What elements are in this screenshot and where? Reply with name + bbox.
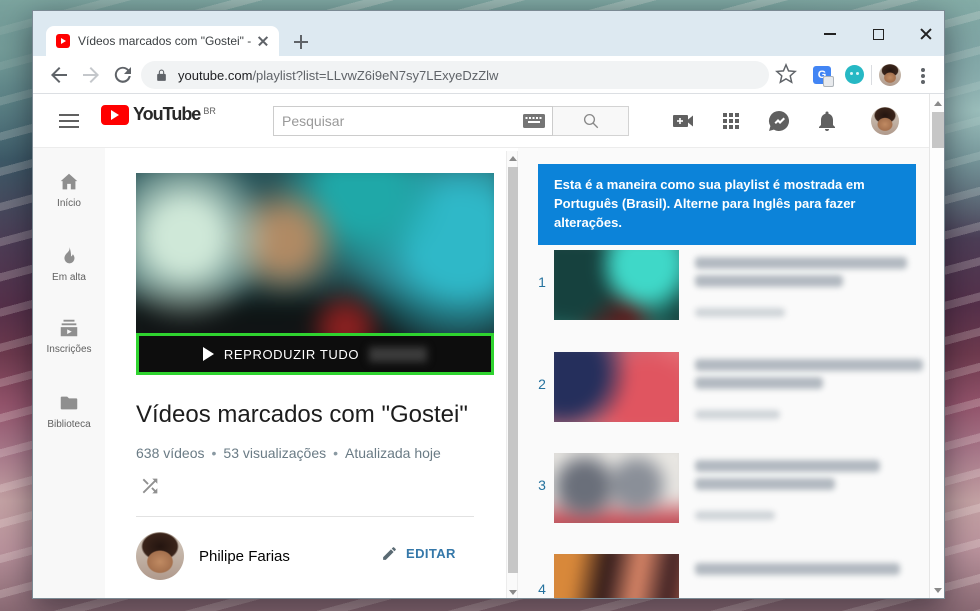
sidebar-item-library[interactable]: Biblioteca <box>33 392 105 430</box>
scroll-down-icon[interactable] <box>934 588 942 593</box>
library-icon <box>58 392 80 414</box>
new-tab-button[interactable] <box>291 32 311 52</box>
notifications-bell-icon[interactable] <box>815 109 839 133</box>
back-icon[interactable] <box>47 63 71 87</box>
video-index: 1 <box>533 274 551 290</box>
blurred-meta-line <box>695 308 785 317</box>
browser-tab[interactable]: Vídeos marcados com "Gostei" - <box>46 26 279 56</box>
keyboard-icon[interactable] <box>522 113 546 129</box>
extension-icon[interactable] <box>845 65 864 84</box>
sidebar-item-subscriptions[interactable]: Inscrições <box>33 317 105 355</box>
play-all-button[interactable]: REPRODUZIR TUDO <box>136 333 494 375</box>
blurred-meta-line <box>695 511 775 520</box>
stat-videos: 638 vídeos <box>136 445 205 461</box>
panel-scrollbar-thumb[interactable] <box>508 167 518 573</box>
forward-icon[interactable] <box>79 63 103 87</box>
shuffle-icon[interactable] <box>139 475 161 497</box>
translate-extension-icon[interactable]: G <box>813 66 831 84</box>
guide-menu-icon[interactable] <box>59 114 79 116</box>
reload-icon[interactable] <box>111 63 135 87</box>
toolbar-divider <box>871 65 872 85</box>
blurred-title-line <box>695 377 823 389</box>
address-bar[interactable]: youtube.com/playlist?list=LLvwZ6i9eN7sy7… <box>141 61 769 89</box>
playlist-title: Vídeos marcados com "Gostei" <box>136 401 468 429</box>
lock-icon <box>155 68 168 83</box>
tab-close-icon[interactable] <box>255 33 271 49</box>
maximize-button[interactable] <box>858 21 898 47</box>
video-thumbnail[interactable] <box>554 250 679 320</box>
subscriptions-icon <box>58 317 80 339</box>
minimize-button[interactable] <box>810 21 850 47</box>
stat-updated: Atualizada hoje <box>345 445 441 461</box>
play-icon <box>203 347 214 361</box>
playlist-thumbnail[interactable] <box>136 173 494 339</box>
video-thumbnail[interactable] <box>554 352 679 422</box>
blurred-title-line <box>695 478 835 490</box>
create-video-icon[interactable] <box>671 109 695 133</box>
url-text: youtube.com/playlist?list=LLvwZ6i9eN7sy7… <box>178 68 498 83</box>
browser-profile-avatar[interactable] <box>879 64 901 86</box>
scroll-up-icon[interactable] <box>934 101 942 106</box>
search-input[interactable] <box>274 113 522 129</box>
youtube-play-icon <box>101 105 129 125</box>
video-index: 3 <box>533 477 551 493</box>
scroll-down-icon[interactable] <box>509 590 517 595</box>
owner-name[interactable]: Philipe Farias <box>199 548 290 565</box>
search-box[interactable] <box>273 106 553 136</box>
close-button[interactable] <box>906 21 945 47</box>
video-thumbnail[interactable] <box>554 554 679 599</box>
browser-menu-icon[interactable] <box>921 68 925 78</box>
blurred-title-line <box>695 359 923 371</box>
apps-grid-icon[interactable] <box>719 109 743 133</box>
blurred-title-line <box>695 563 900 575</box>
blurred-title-line <box>695 257 907 269</box>
blurred-title-line <box>695 275 843 287</box>
video-index: 4 <box>533 581 551 597</box>
panel-scrollbar[interactable] <box>506 151 518 599</box>
sidebar-item-trending[interactable]: Em alta <box>33 245 105 283</box>
edit-button[interactable]: EDITAR <box>381 545 456 562</box>
playlist-stats: 638 vídeos•53 visualizações•Atualizada h… <box>136 445 441 461</box>
messages-icon[interactable] <box>767 109 791 133</box>
youtube-logo[interactable]: YouTube BR <box>101 104 216 125</box>
main-scrollbar-thumb[interactable] <box>932 112 944 148</box>
stat-views: 53 visualizações <box>223 445 326 461</box>
browser-window: Vídeos marcados com "Gostei" - youtube.c… <box>32 10 945 599</box>
flame-icon <box>58 245 80 267</box>
blurred-meta-line <box>695 410 780 419</box>
video-thumbnail[interactable] <box>554 453 679 523</box>
youtube-favicon <box>56 34 70 48</box>
video-index: 2 <box>533 376 551 392</box>
pencil-icon <box>381 545 398 562</box>
blurred-title-line <box>695 460 880 472</box>
main-scrollbar[interactable] <box>929 94 945 599</box>
guide-sidebar <box>33 148 105 599</box>
divider <box>136 516 474 517</box>
blurred-count <box>369 347 427 362</box>
home-icon <box>58 171 80 193</box>
youtube-account-avatar[interactable] <box>871 107 899 135</box>
search-button[interactable] <box>553 106 629 136</box>
bookmark-star-icon[interactable] <box>775 63 797 85</box>
tab-title: Vídeos marcados com "Gostei" - <box>78 34 255 48</box>
scroll-up-icon[interactable] <box>509 156 517 161</box>
language-notice-banner: Esta é a maneira como sua playlist é mos… <box>538 164 916 245</box>
owner-avatar[interactable] <box>136 532 184 580</box>
sidebar-item-home[interactable]: Início <box>33 171 105 209</box>
search-icon <box>582 112 600 130</box>
